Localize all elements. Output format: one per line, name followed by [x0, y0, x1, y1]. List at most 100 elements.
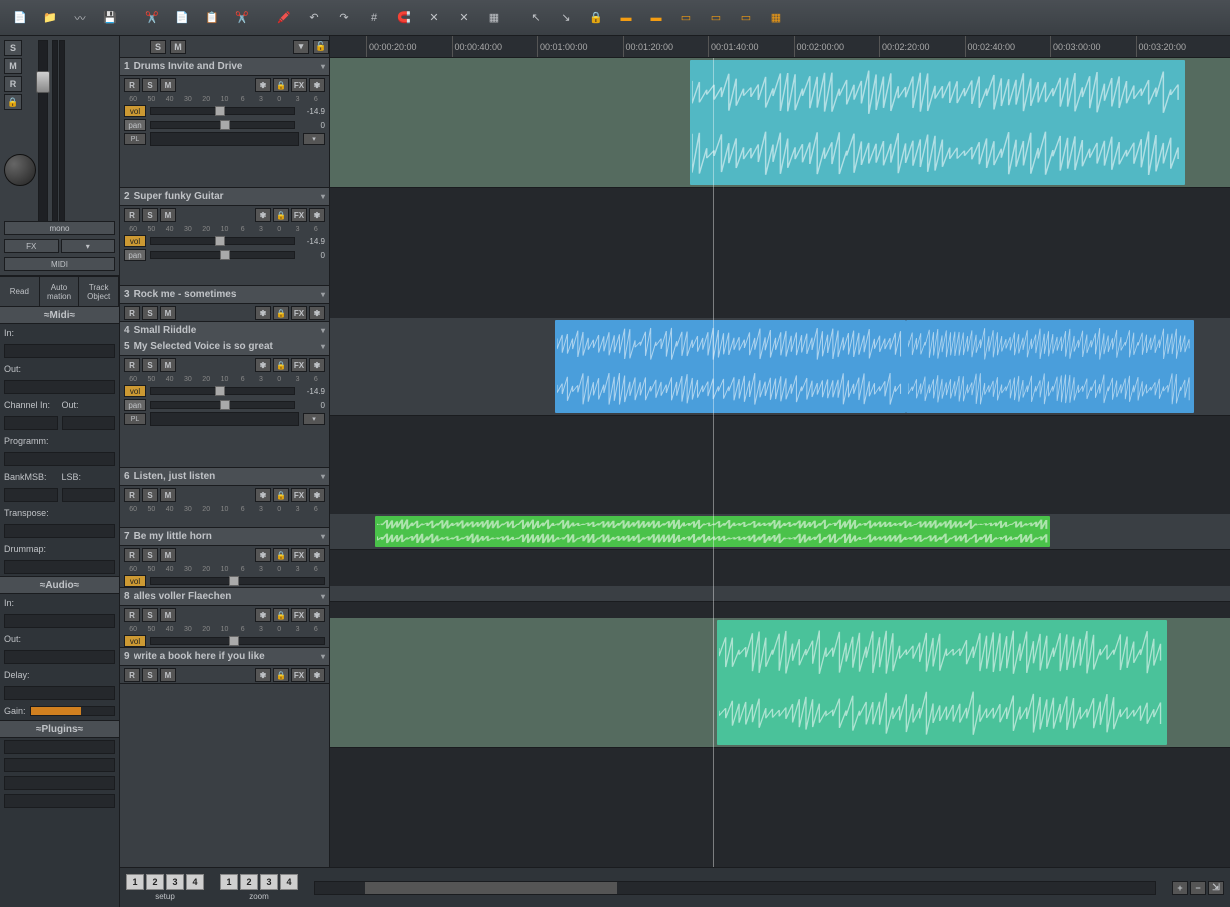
- pointer-icon[interactable]: ↘: [552, 4, 580, 32]
- track-head-3[interactable]: 3Rock me - sometimes▾RSM✾🔒FX✾: [120, 286, 329, 322]
- lock-icon[interactable]: 🔒: [273, 548, 289, 562]
- track-lane-1[interactable]: [330, 58, 1230, 188]
- audio-clip[interactable]: [690, 60, 1185, 185]
- track-lane-2[interactable]: [330, 318, 1230, 416]
- midi-in-dropdown[interactable]: [4, 344, 115, 358]
- fx-dropdown[interactable]: ▾: [61, 239, 116, 253]
- zoom-reset-button[interactable]: ⇲: [1208, 881, 1224, 895]
- track-lane-3[interactable]: [330, 514, 1230, 550]
- mode-read-button[interactable]: Read: [0, 277, 40, 306]
- gear-icon[interactable]: ✾: [255, 358, 271, 372]
- mono-button[interactable]: mono: [4, 221, 115, 235]
- bar1-icon[interactable]: ▬: [612, 4, 640, 32]
- pl-button[interactable]: PL: [124, 133, 146, 145]
- group-icon[interactable]: ▦: [480, 4, 508, 32]
- zoom-out-h-button[interactable]: −: [1190, 881, 1206, 895]
- track-mute-button[interactable]: M: [160, 306, 176, 320]
- chevron-down-icon[interactable]: ▾: [321, 532, 325, 541]
- gear-icon[interactable]: ✾: [255, 608, 271, 622]
- mode-trackobject-button[interactable]: Track Object: [79, 277, 119, 306]
- pl-arrow[interactable]: ▾: [303, 133, 325, 145]
- track-lane-4[interactable]: [330, 586, 1230, 602]
- track-solo-button[interactable]: S: [142, 358, 158, 372]
- plugin-slot-4[interactable]: [4, 794, 115, 808]
- chevron-down-icon[interactable]: ▾: [321, 62, 325, 71]
- plugin-icon[interactable]: ✾: [309, 78, 325, 92]
- audio-clip[interactable]: [906, 320, 1194, 413]
- track-mute-button[interactable]: M: [160, 208, 176, 222]
- lock-icon[interactable]: 🔒: [273, 488, 289, 502]
- track-fx-button[interactable]: FX: [291, 208, 307, 222]
- marker-icon[interactable]: 🖍️: [270, 4, 298, 32]
- track-fx-button[interactable]: FX: [291, 78, 307, 92]
- plugin-icon[interactable]: ✾: [309, 208, 325, 222]
- gear-icon[interactable]: ✾: [255, 78, 271, 92]
- track-mute-button[interactable]: M: [160, 78, 176, 92]
- master-record-button[interactable]: R: [4, 76, 22, 92]
- bar4-icon[interactable]: ▭: [702, 4, 730, 32]
- lock-icon[interactable]: 🔒: [273, 78, 289, 92]
- track-fx-button[interactable]: FX: [291, 608, 307, 622]
- dropdown-icon[interactable]: ▾: [293, 40, 309, 54]
- track-head-4[interactable]: 4Small Riiddle▾: [120, 322, 329, 338]
- lock-icon[interactable]: 🔒: [273, 668, 289, 682]
- pl-dropdown[interactable]: [150, 132, 299, 146]
- crossfade2-icon[interactable]: ✕: [450, 4, 478, 32]
- audio-section-header[interactable]: ≈ Audio ≈: [0, 576, 119, 594]
- gear-icon[interactable]: ✾: [255, 306, 271, 320]
- plugin-icon[interactable]: ✾: [309, 306, 325, 320]
- plugin-slot-3[interactable]: [4, 776, 115, 790]
- track-solo-button[interactable]: S: [142, 548, 158, 562]
- track-mute-button[interactable]: M: [160, 608, 176, 622]
- zoom-4-button[interactable]: 4: [280, 874, 298, 890]
- paste-icon[interactable]: 📋: [198, 4, 226, 32]
- gear-icon[interactable]: ✾: [255, 548, 271, 562]
- bar3-icon[interactable]: ▭: [672, 4, 700, 32]
- horizontal-scrollbar[interactable]: [314, 881, 1156, 895]
- zoom-3-button[interactable]: 3: [260, 874, 278, 890]
- plugin-icon[interactable]: ✾: [309, 668, 325, 682]
- track-record-button[interactable]: R: [124, 668, 140, 682]
- timeline[interactable]: [330, 58, 1230, 867]
- save-icon[interactable]: 💾: [96, 4, 124, 32]
- pl-arrow[interactable]: ▾: [303, 413, 325, 425]
- global-lock-button[interactable]: 🔓: [313, 40, 329, 54]
- master-fx-button[interactable]: FX: [4, 239, 59, 253]
- gear-icon[interactable]: ✾: [255, 668, 271, 682]
- pl-dropdown[interactable]: [150, 412, 299, 426]
- audio-in-dropdown[interactable]: [4, 614, 115, 628]
- global-solo-button[interactable]: S: [150, 40, 166, 54]
- gear-icon[interactable]: ✾: [255, 208, 271, 222]
- track-record-button[interactable]: R: [124, 488, 140, 502]
- chevron-down-icon[interactable]: ▾: [321, 192, 325, 201]
- track-record-button[interactable]: R: [124, 78, 140, 92]
- lock-icon[interactable]: 🔒: [273, 208, 289, 222]
- plugin-icon[interactable]: ✾: [309, 358, 325, 372]
- volume-slider[interactable]: [150, 637, 325, 645]
- track-mute-button[interactable]: M: [160, 488, 176, 502]
- chevron-down-icon[interactable]: ▾: [321, 290, 325, 299]
- track-fx-button[interactable]: FX: [291, 668, 307, 682]
- midi-button[interactable]: MIDI: [4, 257, 115, 271]
- audio-out-dropdown[interactable]: [4, 650, 115, 664]
- lock-icon[interactable]: 🔒: [273, 358, 289, 372]
- pan-slider[interactable]: [150, 401, 295, 409]
- track-record-button[interactable]: R: [124, 358, 140, 372]
- zoom-1-button[interactable]: 1: [220, 874, 238, 890]
- setup-2-button[interactable]: 2: [146, 874, 164, 890]
- track-head-9[interactable]: 9write a book here if you like▾RSM✾🔒FX✾: [120, 648, 329, 684]
- track-solo-button[interactable]: S: [142, 78, 158, 92]
- track-lane-5[interactable]: [330, 618, 1230, 748]
- cut-icon[interactable]: ✂️: [138, 4, 166, 32]
- track-head-7[interactable]: 7Be my little horn▾RSM✾🔒FX✾6050403020106…: [120, 528, 329, 588]
- track-head-6[interactable]: 6Listen, just listen▾RSM✾🔒FX✾60504030201…: [120, 468, 329, 528]
- mode-automation-button[interactable]: Auto mation: [40, 277, 80, 306]
- track-head-1[interactable]: 1Drums Invite and Drive▾RSM✾🔒FX✾60504030…: [120, 58, 329, 188]
- track-solo-button[interactable]: S: [142, 306, 158, 320]
- crossfade-icon[interactable]: ✕: [420, 4, 448, 32]
- track-fx-button[interactable]: FX: [291, 488, 307, 502]
- chevron-down-icon[interactable]: ▾: [321, 342, 325, 351]
- lock-icon[interactable]: 🔒: [273, 306, 289, 320]
- undo-icon[interactable]: ↶: [300, 4, 328, 32]
- programm-dropdown[interactable]: [4, 452, 115, 466]
